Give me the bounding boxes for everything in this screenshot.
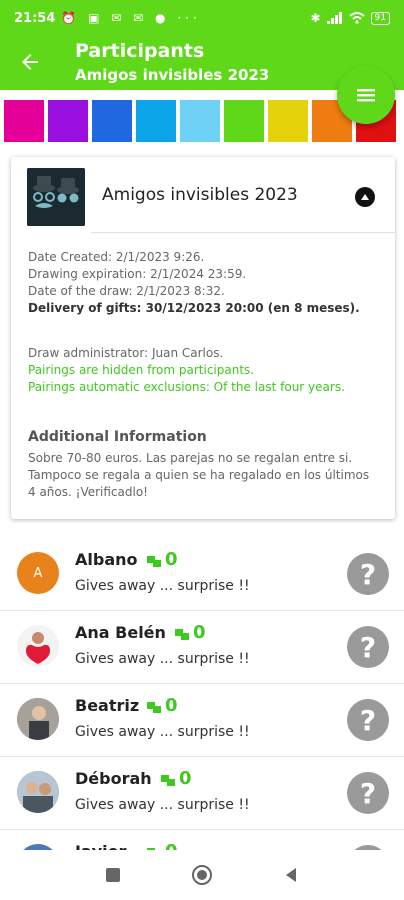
status-bar: 21:54 ⏰ ▣ ✉ ✉ ● ··· ✱ 91 [0, 0, 404, 36]
participant-subtitle: Gives away ... surprise !! [75, 651, 250, 667]
menu-icon [357, 89, 375, 102]
participant-name: Ana Belén [75, 623, 166, 642]
collapse-arrow-icon[interactable] [355, 187, 375, 207]
battery-icon: 91 [370, 11, 390, 25]
back-icon[interactable] [283, 867, 299, 883]
avatar [17, 698, 59, 740]
system-nav-bar [0, 850, 404, 900]
participant-subtitle: Gives away ... surprise !! [75, 797, 250, 813]
drawing-expiration: Drawing expiration: 2/1/2024 23:59. [28, 267, 247, 281]
notification-icons: ⏰ ▣ ✉ ✉ ● ··· [61, 11, 201, 25]
recent-apps-icon[interactable] [105, 867, 121, 883]
home-icon[interactable] [191, 864, 213, 886]
color-swatch[interactable] [92, 100, 132, 142]
signal-icon [326, 12, 342, 24]
draw-info-card: Amigos invisibles 2023 Date Created: 2/1… [11, 157, 395, 519]
color-swatch[interactable] [4, 100, 44, 142]
status-right: ✱ 91 [310, 11, 390, 25]
delivery-of-gifts: Delivery of gifts: 30/12/2023 20:00 (en … [28, 301, 360, 315]
participant-row[interactable]: Ana Belén 0 Gives away ... surprise !! ? [0, 611, 404, 684]
participant-row[interactable]: Beatriz 0 Gives away ... surprise !! ? [0, 684, 404, 757]
date-of-draw: Date of the draw: 2/1/2023 8:32. [28, 284, 225, 298]
color-swatch[interactable] [268, 100, 308, 142]
color-swatch[interactable] [48, 100, 88, 142]
status-time: 21:54 [14, 10, 56, 26]
gift-icon [147, 701, 161, 713]
participant-name: Beatriz [75, 696, 140, 715]
color-swatch[interactable] [180, 100, 220, 142]
question-button[interactable]: ? [347, 772, 389, 814]
participant-subtitle: Gives away ... surprise !! [75, 578, 250, 594]
participant-subtitle: Gives away ... surprise !! [75, 724, 250, 740]
divider [91, 232, 395, 233]
additional-info-text: Sobre 70-80 euros. Las parejas no se reg… [28, 451, 370, 499]
question-button[interactable]: ? [347, 699, 389, 741]
pairings-hidden-note: Pairings are hidden from participants. [28, 363, 255, 377]
participant-name: Albano [75, 550, 138, 569]
back-arrow-icon[interactable] [18, 50, 42, 74]
gift-count: 0 [146, 549, 178, 570]
gift-count: 0 [160, 768, 192, 789]
pairings-exclusions-note: Pairings automatic exclusions: Of the la… [28, 380, 345, 394]
gift-count: 0 [174, 622, 206, 643]
participant-row[interactable]: Déborah 0 Gives away ... surprise !! ? [0, 757, 404, 830]
gift-icon [161, 774, 175, 786]
participant-row[interactable]: A Albano 0 Gives away ... surprise !! ? [0, 538, 404, 611]
menu-fab-button[interactable] [337, 66, 395, 124]
participants-list: A Albano 0 Gives away ... surprise !! ? … [0, 538, 404, 900]
wifi-icon [348, 12, 365, 24]
draw-administrator: Draw administrator: Juan Carlos. [28, 346, 224, 360]
participant-name: Déborah [75, 769, 152, 788]
color-swatch[interactable] [224, 100, 264, 142]
gift-count: 0 [146, 695, 178, 716]
gift-icon [147, 555, 161, 567]
page-title: Participants [75, 40, 205, 62]
color-swatch[interactable] [136, 100, 176, 142]
date-created: Date Created: 2/1/2023 9:26. [28, 250, 205, 264]
page-subtitle: Amigos invisibles 2023 [75, 66, 270, 84]
avatar [17, 625, 59, 667]
gift-icon [175, 628, 189, 640]
additional-info-title: Additional Information [28, 429, 207, 445]
avatar: A [17, 552, 59, 594]
draw-title: Amigos invisibles 2023 [102, 185, 298, 205]
question-button[interactable]: ? [347, 626, 389, 668]
question-button[interactable]: ? [347, 553, 389, 595]
header-titles: Participants Amigos invisibles 2023 [75, 38, 269, 86]
bluetooth-icon: ✱ [310, 11, 321, 25]
draw-avatar-image [27, 168, 85, 226]
avatar [17, 771, 59, 813]
